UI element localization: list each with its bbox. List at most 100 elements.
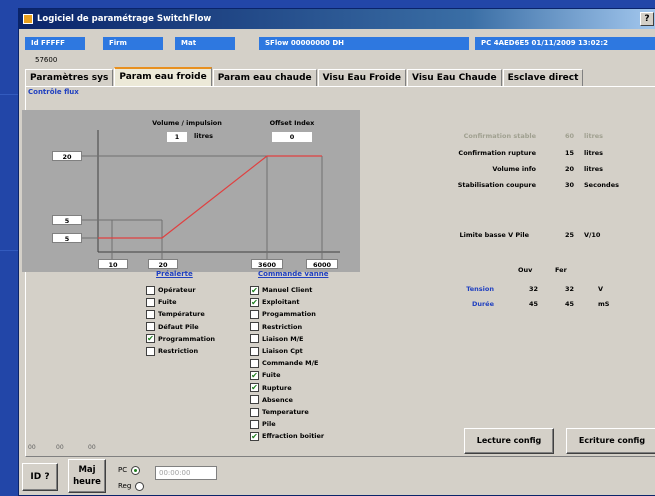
tension-fer[interactable]: 32 xyxy=(544,285,574,293)
commande-item[interactable]: ✔ Manuel Client xyxy=(250,284,312,296)
radio-reg-button[interactable] xyxy=(135,481,145,491)
prealerte-item[interactable]: Opérateur xyxy=(146,284,196,296)
radio-pc-label: PC xyxy=(118,466,128,474)
y-tick-5a[interactable]: 5 xyxy=(52,215,82,225)
flow-curve xyxy=(98,155,322,239)
prealerte-item[interactable]: Température xyxy=(146,308,205,320)
param-value[interactable]: 15 xyxy=(544,149,574,157)
checkbox[interactable] xyxy=(250,322,259,332)
y-tick-5b[interactable]: 5 xyxy=(52,233,82,243)
checkbox[interactable] xyxy=(250,334,259,344)
commande-item-label: Absence xyxy=(262,395,293,404)
section-title: Contrôle flux xyxy=(28,88,79,96)
prealerte-item-label: Défaut Pile xyxy=(158,322,199,331)
prealerte-item[interactable]: Restriction xyxy=(146,345,198,357)
tension-ouv[interactable]: 32 xyxy=(508,285,538,293)
checkbox[interactable] xyxy=(146,322,155,332)
checkbox[interactable] xyxy=(250,346,259,356)
commande-item-label: Exploitant xyxy=(262,298,300,307)
limite-value[interactable]: 25 xyxy=(544,231,574,239)
checkbox[interactable]: ✔ xyxy=(250,383,259,393)
commande-item[interactable]: ✔ Effraction boitier xyxy=(250,430,324,442)
radio-reg[interactable]: Reg xyxy=(118,480,145,492)
time-field[interactable]: 00:00:00 xyxy=(155,466,217,480)
commande-item[interactable]: ✔ Fuite xyxy=(250,369,281,381)
col-fer: Fer xyxy=(555,266,567,274)
commande-item-label: Manuel Client xyxy=(262,286,313,294)
param-label: Volume info xyxy=(492,165,536,173)
prealerte-item-label: Température xyxy=(158,310,205,319)
commande-item-label: Temperature xyxy=(262,408,309,416)
checkbox[interactable] xyxy=(146,285,155,295)
checkbox[interactable] xyxy=(250,407,259,417)
checkbox[interactable] xyxy=(146,297,155,307)
tension-unit: V xyxy=(598,285,604,293)
checkbox[interactable]: ✔ xyxy=(250,285,259,295)
maj-heure-button[interactable]: Maj heure xyxy=(68,459,106,493)
commande-item[interactable]: Pile xyxy=(250,418,276,430)
param-unit: litres xyxy=(584,165,604,173)
commande-item[interactable]: ✔ Rupture xyxy=(250,382,292,394)
tension-label: Tension xyxy=(466,285,494,293)
counter-3: 00 xyxy=(88,444,96,451)
volume-value[interactable]: 1 xyxy=(167,132,187,142)
checkbox[interactable]: ✔ xyxy=(250,370,259,380)
checkbox[interactable] xyxy=(250,309,259,319)
commande-item[interactable]: Temperature xyxy=(250,406,309,418)
commande-item-label: Restriction xyxy=(262,322,303,331)
commande-item[interactable]: Absence xyxy=(250,394,293,406)
x-tick-6000[interactable]: 6000 xyxy=(306,259,338,269)
volume-unit: litres xyxy=(194,132,214,140)
commande-item-label: Liaison Cpt xyxy=(262,347,303,355)
offset-value[interactable]: 0 xyxy=(272,132,312,142)
param-value[interactable]: 20 xyxy=(544,165,574,173)
checkbox[interactable] xyxy=(146,309,155,319)
param-unit: litres xyxy=(584,149,604,157)
checkbox[interactable]: ✔ xyxy=(250,297,259,307)
prealerte-item[interactable]: Défaut Pile xyxy=(146,321,199,333)
commande-item[interactable]: Restriction xyxy=(250,321,302,333)
commande-item-label: Progammation xyxy=(262,310,316,319)
volume-label: Volume / impulsion xyxy=(152,119,222,127)
checkbox[interactable] xyxy=(250,395,259,405)
ecriture-config-button[interactable]: Ecriture config xyxy=(566,428,655,454)
y-tick-20[interactable]: 20 xyxy=(52,151,82,161)
offset-label: Offset Index xyxy=(269,119,315,127)
commande-item[interactable]: ✔ Exploitant xyxy=(250,296,299,308)
commande-title: Commande vanne xyxy=(258,270,329,278)
commande-item[interactable]: Commande M/E xyxy=(250,357,318,369)
param-value[interactable]: 30 xyxy=(544,181,574,189)
duree-fer[interactable]: 45 xyxy=(544,300,574,308)
radio-pc-button[interactable] xyxy=(131,465,141,475)
x-tick-10[interactable]: 10 xyxy=(98,259,128,269)
commande-item[interactable]: Liaison M/E xyxy=(250,333,304,345)
param-label: Confirmation stable xyxy=(463,132,536,140)
checkbox[interactable] xyxy=(146,346,155,356)
duree-ouv[interactable]: 45 xyxy=(508,300,538,308)
commande-item[interactable]: Liaison Cpt xyxy=(250,345,303,357)
checkbox[interactable]: ✔ xyxy=(250,431,259,441)
checkbox[interactable]: ✔ xyxy=(146,334,155,344)
commande-item-label: Liaison M/E xyxy=(262,334,304,343)
prealerte-item[interactable]: ✔ Programmation xyxy=(146,333,215,345)
prealerte-item[interactable]: Fuite xyxy=(146,296,177,308)
param-unit: litres xyxy=(584,132,604,140)
commande-item-label: Commande M/E xyxy=(262,359,319,368)
radio-pc[interactable]: PC xyxy=(118,464,141,476)
commande-item[interactable]: Progammation xyxy=(250,308,316,320)
duree-label: Durée xyxy=(471,300,494,308)
lecture-config-button[interactable]: Lecture config xyxy=(464,428,554,454)
param-value[interactable]: 60 xyxy=(544,132,574,140)
commande-item-label: Pile xyxy=(262,420,276,429)
commande-item-label: Rupture xyxy=(262,383,292,392)
checkbox[interactable] xyxy=(250,419,259,429)
duree-unit: mS xyxy=(598,300,610,308)
x-tick-20[interactable]: 20 xyxy=(148,259,178,269)
x-tick-3600[interactable]: 3600 xyxy=(251,259,283,269)
commande-item-label: Effraction boitier xyxy=(262,432,325,441)
id-button[interactable]: ID ? xyxy=(22,463,58,491)
radio-reg-label: Reg xyxy=(118,482,132,490)
param-label: Stabilisation coupure xyxy=(457,181,536,189)
prealerte-item-label: Programmation xyxy=(158,334,216,343)
checkbox[interactable] xyxy=(250,358,259,368)
